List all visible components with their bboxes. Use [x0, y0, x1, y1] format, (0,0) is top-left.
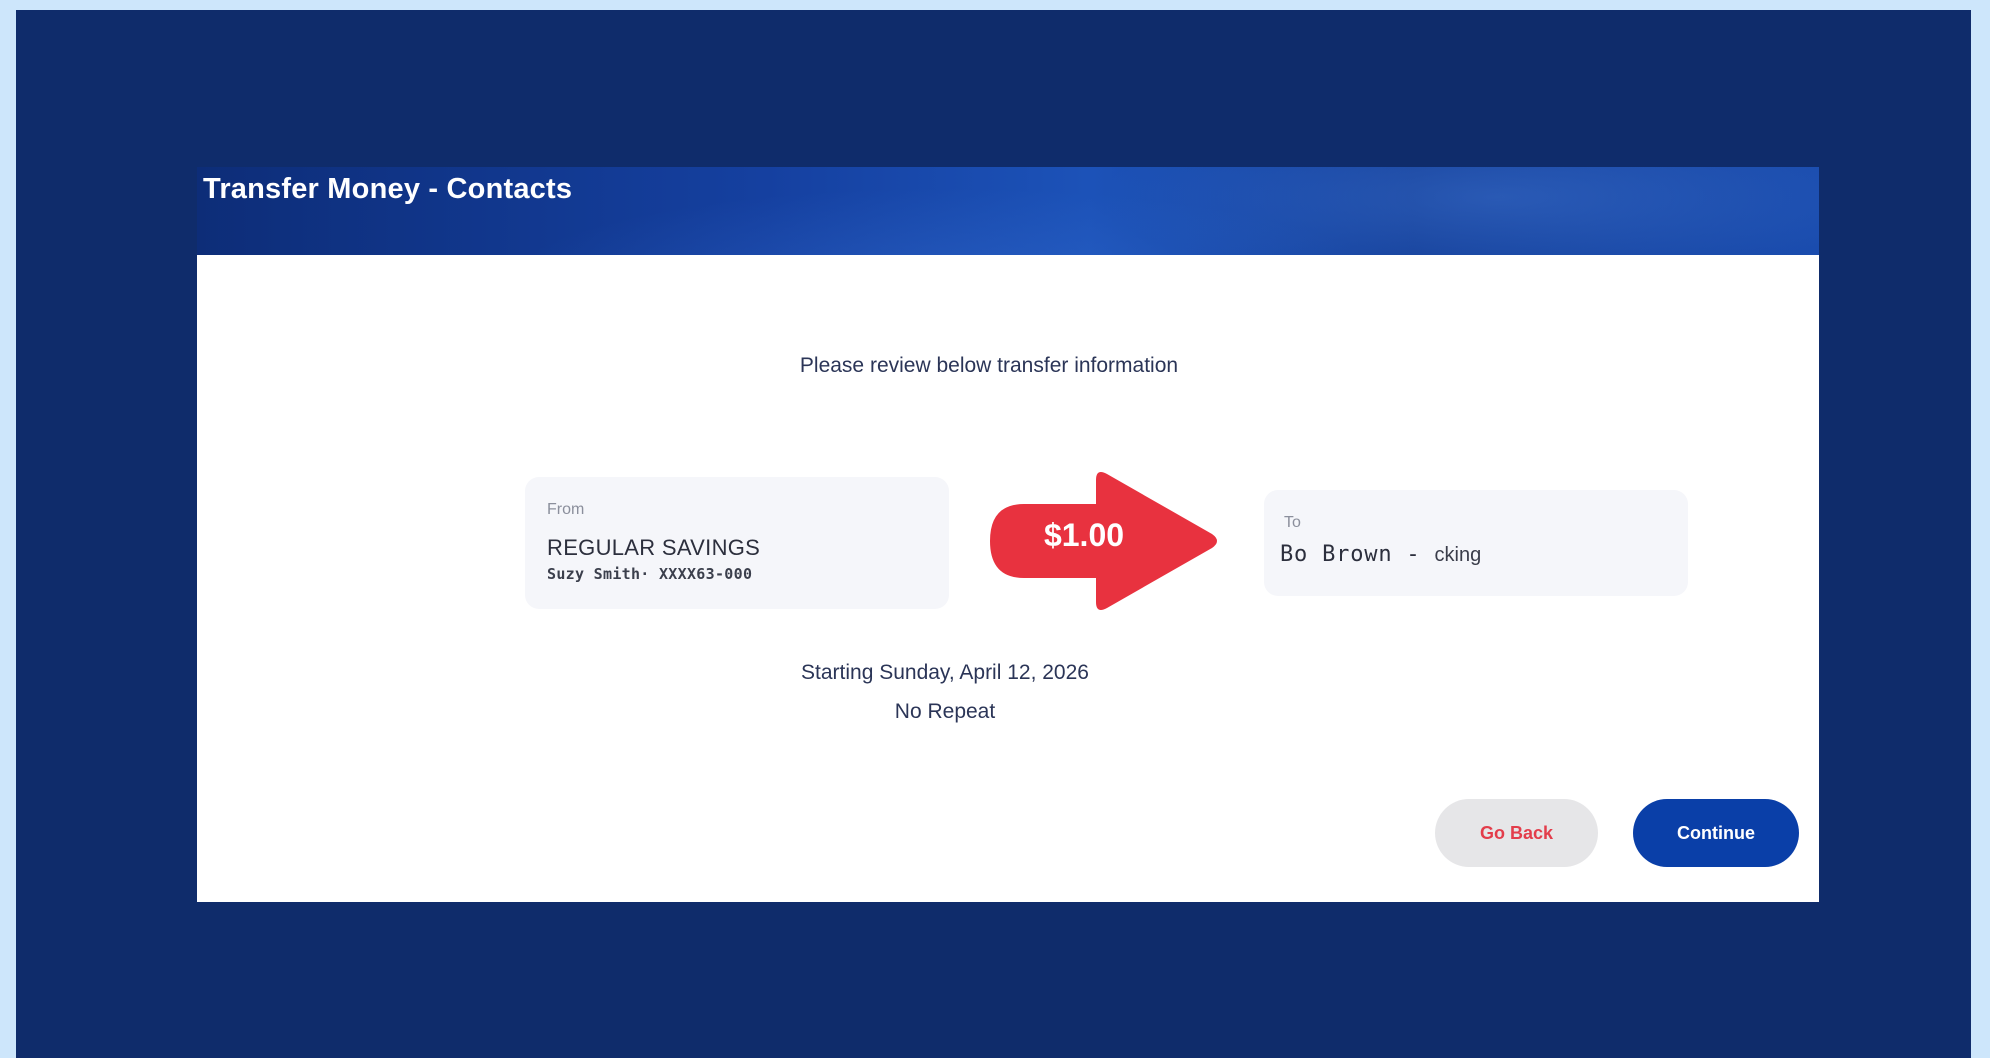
recipient-name: Bo Brown - — [1280, 542, 1421, 567]
recipient-account-type: cking — [1434, 544, 1482, 566]
review-card: Please review below transfer information… — [203, 255, 1819, 902]
outer-frame: Transfer Money - Contacts Please review … — [16, 10, 1971, 1058]
page-title: Transfer Money - Contacts — [203, 173, 573, 205]
go-back-button[interactable]: Go Back — [1435, 799, 1598, 867]
to-account-box: To Bo Brown - cking — [1264, 490, 1688, 596]
continue-button[interactable]: Continue — [1633, 799, 1799, 867]
transfer-amount-arrow: $1.00 — [990, 466, 1222, 616]
from-account-name: REGULAR SAVINGS — [547, 535, 761, 560]
transfer-panel: Transfer Money - Contacts Please review … — [197, 167, 1819, 902]
header-wave-decoration — [1097, 167, 1819, 255]
from-account-detail: Suzy Smith· XXXX63-000 — [547, 565, 753, 583]
from-account-box: From REGULAR SAVINGS Suzy Smith· XXXX63-… — [525, 477, 949, 609]
transfer-amount: $1.00 — [1043, 517, 1125, 553]
schedule-start-date: Starting Sunday, April 12, 2026 — [801, 661, 1089, 684]
to-label: To — [1284, 514, 1301, 531]
schedule-repeat: No Repeat — [894, 700, 996, 723]
from-label: From — [547, 501, 585, 518]
review-instructions: Please review below transfer information — [799, 354, 1179, 377]
to-recipient: Bo Brown - cking — [1280, 542, 1481, 567]
panel-header: Transfer Money - Contacts — [197, 167, 1819, 255]
